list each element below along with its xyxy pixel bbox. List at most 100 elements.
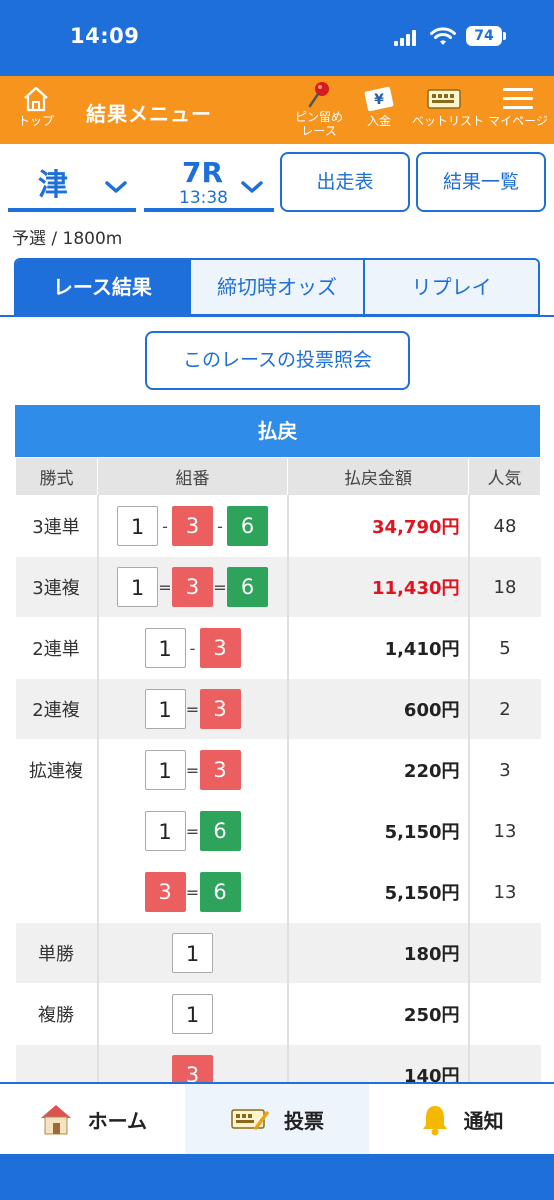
combination: 1 = 3 (97, 739, 289, 801)
separator: = (213, 577, 227, 597)
popularity: 18 (468, 556, 541, 618)
vote-inquiry-button[interactable]: このレースの投票照会 (145, 331, 410, 390)
boat-number: 3 (199, 750, 241, 790)
combination: 1 = 3 = 6 (97, 556, 289, 618)
table-row: 2連複 1 = 3 600円 2 (15, 678, 541, 740)
boat-number: 1 (117, 567, 158, 607)
boat-number: 3 (199, 628, 241, 668)
pushpin-icon (308, 82, 329, 108)
page-title: 結果メニュー (86, 102, 212, 126)
table-row: 3連複 1 = 3 = 6 11,430円 18 (15, 556, 541, 618)
boat-number: 1 (144, 628, 186, 668)
mypage-button[interactable]: マイページ (486, 84, 550, 128)
col-header-combo: 組番 (97, 457, 288, 496)
nav-home[interactable]: ホーム (0, 1084, 185, 1154)
race-select[interactable]: 7R 13:38 (144, 154, 274, 212)
place-select[interactable]: 津 (8, 154, 136, 212)
wifi-icon (430, 27, 456, 45)
tab-race-result[interactable]: レース結果 (16, 260, 189, 314)
table-row: 単勝 1 180円 (15, 922, 541, 984)
payout-title: 払戻 (15, 405, 540, 457)
bet-kind: 3連単 (15, 495, 99, 557)
status-bar: 14:09 74 (0, 0, 554, 76)
payout-amount: 180円 (287, 922, 470, 984)
result-tabs: レース結果 締切時オッズ リプレイ (14, 258, 540, 316)
signal-icon (394, 30, 418, 46)
bet-kind: 複勝 (15, 983, 99, 1045)
deposit-button[interactable]: ¥ 入金 (358, 84, 400, 128)
race-info: 予選 / 1800m (12, 229, 123, 249)
top-button[interactable]: トップ (10, 84, 62, 140)
separator: = (185, 760, 200, 780)
boat-number: 3 (144, 872, 186, 912)
payout-amount: 5,150円 (287, 800, 470, 862)
table-row: 3 = 6 5,150円 13 (15, 861, 541, 923)
battery-indicator: 74 (466, 26, 506, 46)
betlist-label: ベットリスト (412, 114, 485, 128)
chevron-down-icon (105, 181, 127, 193)
entries-button[interactable]: 出走表 (280, 152, 410, 212)
nav-vote-label: 投票 (284, 1108, 324, 1133)
race-number: 7R (182, 156, 224, 189)
place-value: 津 (38, 168, 68, 203)
tab-closing-odds[interactable]: 締切時オッズ (188, 260, 364, 314)
svg-text:¥: ¥ (374, 92, 384, 108)
popularity: 48 (468, 495, 541, 557)
payout-amount: 5,150円 (287, 861, 470, 923)
separator: = (185, 882, 200, 902)
ticket-pen-icon (231, 1109, 269, 1130)
table-row: 2連単 1-3 1,410円 5 (15, 617, 541, 679)
table-row: 3連単 1-3-6 34,790円 48 (15, 495, 541, 557)
bottom-strip (0, 1154, 554, 1200)
mypage-label: マイページ (488, 114, 548, 128)
separator: = (158, 577, 172, 597)
combination: 1-3-6 (97, 495, 289, 557)
house-icon (40, 1105, 71, 1135)
combination: 3 = 6 (97, 861, 289, 923)
tab-replay[interactable]: リプレイ (363, 260, 538, 314)
combination: 1 (97, 922, 289, 984)
home-icon (24, 86, 48, 112)
popularity: 13 (468, 861, 541, 923)
boat-number: 6 (199, 811, 241, 851)
boat-number: 3 (172, 567, 213, 607)
bet-kind: 拡連複 (15, 739, 99, 801)
table-header-row: 勝式 組番 払戻金額 人気 (15, 457, 541, 496)
col-header-kind: 勝式 (15, 457, 98, 496)
table-row: 複勝 1 250円 (15, 983, 541, 1045)
combination: 1-3 (97, 617, 289, 679)
boat-number: 1 (117, 506, 158, 546)
boat-number: 1 (144, 811, 186, 851)
boat-number: 1 (144, 750, 186, 790)
separator: - (162, 516, 168, 536)
bet-kind: 3連複 (15, 556, 99, 618)
table-row: 1 = 6 5,150円 13 (15, 800, 541, 862)
separator: - (189, 638, 196, 658)
race-time: 13:38 (179, 188, 228, 208)
popularity: 2 (468, 678, 541, 740)
combination: 1 = 3 (97, 678, 289, 740)
ticket-icon (427, 89, 461, 109)
pin-race-button[interactable]: ピン留め レース (290, 80, 348, 138)
pin-label-2: レース (301, 124, 337, 138)
payout-amount: 34,790円 (287, 495, 470, 557)
boat-number: 6 (199, 872, 241, 912)
deposit-icon: ¥ (364, 86, 394, 112)
boat-number: 3 (199, 689, 241, 729)
bet-kind (15, 861, 99, 923)
bet-kind: 単勝 (15, 922, 99, 984)
results-list-button[interactable]: 結果一覧 (416, 152, 546, 212)
combination: 1 (97, 983, 289, 1045)
payout-amount: 600円 (287, 678, 470, 740)
payout-amount: 11,430円 (287, 556, 470, 618)
pin-label-1: ピン留め (294, 110, 343, 124)
betlist-button[interactable]: ベットリスト (412, 84, 485, 128)
nav-notify[interactable]: 通知 (369, 1084, 554, 1154)
top-label: トップ (17, 114, 54, 128)
payout-amount: 220円 (287, 739, 470, 801)
nav-vote[interactable]: 投票 (184, 1084, 370, 1154)
separator: = (185, 699, 200, 719)
nav-home-label: ホーム (87, 1108, 148, 1133)
payout-amount: 1,410円 (287, 617, 470, 679)
popularity (468, 922, 541, 984)
